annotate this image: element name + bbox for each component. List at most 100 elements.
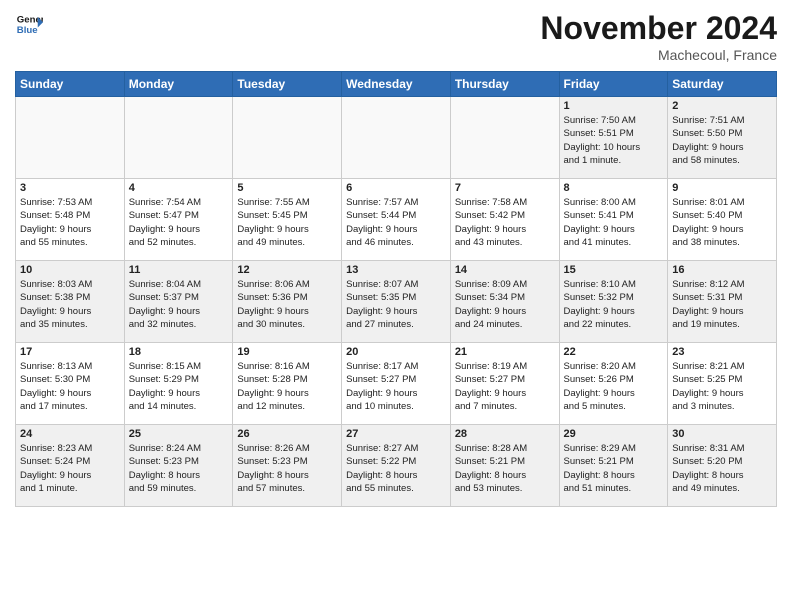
weekday-header: Wednesday — [342, 72, 451, 97]
weekday-header: Monday — [124, 72, 233, 97]
day-number: 6 — [346, 182, 446, 194]
calendar-cell: 30 Sunrise: 8:31 AM Sunset: 5:20 PM Dayli… — [668, 425, 777, 507]
day-info: Sunrise: 8:29 AM Sunset: 5:21 PM Dayligh… — [564, 442, 664, 495]
day-number: 26 — [237, 428, 337, 440]
calendar-cell: 4 Sunrise: 7:54 AM Sunset: 5:47 PM Daylig… — [124, 179, 233, 261]
day-info: Sunrise: 8:00 AM Sunset: 5:41 PM Dayligh… — [564, 196, 664, 249]
calendar-cell: 21 Sunrise: 8:19 AM Sunset: 5:27 PM Dayli… — [450, 343, 559, 425]
calendar-cell: 11 Sunrise: 8:04 AM Sunset: 5:37 PM Dayli… — [124, 261, 233, 343]
day-number: 12 — [237, 264, 337, 276]
calendar-cell: 29 Sunrise: 8:29 AM Sunset: 5:21 PM Dayli… — [559, 425, 668, 507]
day-info: Sunrise: 8:06 AM Sunset: 5:36 PM Dayligh… — [237, 278, 337, 331]
day-info: Sunrise: 7:58 AM Sunset: 5:42 PM Dayligh… — [455, 196, 555, 249]
day-number: 13 — [346, 264, 446, 276]
day-number: 21 — [455, 346, 555, 358]
day-number: 8 — [564, 182, 664, 194]
day-info: Sunrise: 8:27 AM Sunset: 5:22 PM Dayligh… — [346, 442, 446, 495]
calendar-cell: 9 Sunrise: 8:01 AM Sunset: 5:40 PM Daylig… — [668, 179, 777, 261]
day-info: Sunrise: 8:04 AM Sunset: 5:37 PM Dayligh… — [129, 278, 229, 331]
calendar-cell: 2Sunrise: 7:51 AM Sunset: 5:50 PM Daylig… — [668, 97, 777, 179]
day-number: 25 — [129, 428, 229, 440]
day-number: 7 — [455, 182, 555, 194]
day-info: Sunrise: 7:51 AM Sunset: 5:50 PM Dayligh… — [672, 114, 772, 167]
day-number: 28 — [455, 428, 555, 440]
header: General Blue November 2024 Machecoul, Fr… — [15, 10, 777, 63]
day-number: 15 — [564, 264, 664, 276]
day-number: 9 — [672, 182, 772, 194]
day-info: Sunrise: 8:17 AM Sunset: 5:27 PM Dayligh… — [346, 360, 446, 413]
day-info: Sunrise: 8:31 AM Sunset: 5:20 PM Dayligh… — [672, 442, 772, 495]
calendar-cell — [233, 97, 342, 179]
calendar-cell: 8 Sunrise: 8:00 AM Sunset: 5:41 PM Daylig… — [559, 179, 668, 261]
calendar-cell — [342, 97, 451, 179]
day-info: Sunrise: 8:01 AM Sunset: 5:40 PM Dayligh… — [672, 196, 772, 249]
calendar-cell: 5 Sunrise: 7:55 AM Sunset: 5:45 PM Daylig… — [233, 179, 342, 261]
day-info: Sunrise: 8:07 AM Sunset: 5:35 PM Dayligh… — [346, 278, 446, 331]
calendar-cell: 25 Sunrise: 8:24 AM Sunset: 5:23 PM Dayli… — [124, 425, 233, 507]
day-number: 4 — [129, 182, 229, 194]
day-info: Sunrise: 8:24 AM Sunset: 5:23 PM Dayligh… — [129, 442, 229, 495]
calendar-cell: 26 Sunrise: 8:26 AM Sunset: 5:23 PM Dayli… — [233, 425, 342, 507]
day-info: Sunrise: 8:03 AM Sunset: 5:38 PM Dayligh… — [20, 278, 120, 331]
day-info: Sunrise: 7:55 AM Sunset: 5:45 PM Dayligh… — [237, 196, 337, 249]
calendar-cell: 14Sunrise: 8:09 AM Sunset: 5:34 PM Dayli… — [450, 261, 559, 343]
day-number: 23 — [672, 346, 772, 358]
calendar-cell: 27 Sunrise: 8:27 AM Sunset: 5:22 PM Dayli… — [342, 425, 451, 507]
day-number: 30 — [672, 428, 772, 440]
calendar-week-row: 24Sunrise: 8:23 AM Sunset: 5:24 PM Dayli… — [16, 425, 777, 507]
calendar-week-row: 1 Sunrise: 7:50 AM Sunset: 5:51 PM Daylig… — [16, 97, 777, 179]
calendar-cell: 22 Sunrise: 8:20 AM Sunset: 5:26 PM Dayli… — [559, 343, 668, 425]
logo: General Blue — [15, 10, 47, 38]
day-number: 16 — [672, 264, 772, 276]
day-number: 27 — [346, 428, 446, 440]
day-info: Sunrise: 8:15 AM Sunset: 5:29 PM Dayligh… — [129, 360, 229, 413]
day-number: 17 — [20, 346, 120, 358]
calendar-cell: 3 Sunrise: 7:53 AM Sunset: 5:48 PM Daylig… — [16, 179, 125, 261]
day-number: 3 — [20, 182, 120, 194]
calendar-cell — [450, 97, 559, 179]
day-info: Sunrise: 8:26 AM Sunset: 5:23 PM Dayligh… — [237, 442, 337, 495]
logo-icon: General Blue — [15, 10, 43, 38]
day-number: 1 — [564, 100, 664, 112]
day-info: Sunrise: 8:10 AM Sunset: 5:32 PM Dayligh… — [564, 278, 664, 331]
day-info: Sunrise: 8:09 AM Sunset: 5:34 PM Dayligh… — [455, 278, 555, 331]
day-number: 11 — [129, 264, 229, 276]
calendar-week-row: 3 Sunrise: 7:53 AM Sunset: 5:48 PM Daylig… — [16, 179, 777, 261]
weekday-header: Saturday — [668, 72, 777, 97]
day-number: 5 — [237, 182, 337, 194]
day-info: Sunrise: 8:19 AM Sunset: 5:27 PM Dayligh… — [455, 360, 555, 413]
calendar-cell: 6Sunrise: 7:57 AM Sunset: 5:44 PM Daylig… — [342, 179, 451, 261]
calendar-table: SundayMondayTuesdayWednesdayThursdayFrid… — [15, 71, 777, 507]
day-number: 19 — [237, 346, 337, 358]
day-info: Sunrise: 8:28 AM Sunset: 5:21 PM Dayligh… — [455, 442, 555, 495]
weekday-header: Sunday — [16, 72, 125, 97]
weekday-header: Tuesday — [233, 72, 342, 97]
calendar-cell: 18 Sunrise: 8:15 AM Sunset: 5:29 PM Dayli… — [124, 343, 233, 425]
calendar-cell: 17 Sunrise: 8:13 AM Sunset: 5:30 PM Dayli… — [16, 343, 125, 425]
calendar-week-row: 17 Sunrise: 8:13 AM Sunset: 5:30 PM Dayli… — [16, 343, 777, 425]
day-info: Sunrise: 7:53 AM Sunset: 5:48 PM Dayligh… — [20, 196, 120, 249]
day-number: 20 — [346, 346, 446, 358]
calendar-cell — [124, 97, 233, 179]
calendar-cell: 12 Sunrise: 8:06 AM Sunset: 5:36 PM Dayli… — [233, 261, 342, 343]
calendar-cell: 16Sunrise: 8:12 AM Sunset: 5:31 PM Dayli… — [668, 261, 777, 343]
day-number: 18 — [129, 346, 229, 358]
calendar-cell: 1 Sunrise: 7:50 AM Sunset: 5:51 PM Daylig… — [559, 97, 668, 179]
calendar-cell: 23Sunrise: 8:21 AM Sunset: 5:25 PM Dayli… — [668, 343, 777, 425]
day-info: Sunrise: 7:50 AM Sunset: 5:51 PM Dayligh… — [564, 114, 664, 167]
weekday-header-row: SundayMondayTuesdayWednesdayThursdayFrid… — [16, 72, 777, 97]
weekday-header: Friday — [559, 72, 668, 97]
day-number: 22 — [564, 346, 664, 358]
day-info: Sunrise: 7:54 AM Sunset: 5:47 PM Dayligh… — [129, 196, 229, 249]
page-container: General Blue November 2024 Machecoul, Fr… — [0, 0, 792, 517]
weekday-header: Thursday — [450, 72, 559, 97]
calendar-cell: 15 Sunrise: 8:10 AM Sunset: 5:32 PM Dayli… — [559, 261, 668, 343]
calendar-cell — [16, 97, 125, 179]
day-number: 29 — [564, 428, 664, 440]
calendar-cell: 7 Sunrise: 7:58 AM Sunset: 5:42 PM Daylig… — [450, 179, 559, 261]
calendar-week-row: 10Sunrise: 8:03 AM Sunset: 5:38 PM Dayli… — [16, 261, 777, 343]
day-info: Sunrise: 8:20 AM Sunset: 5:26 PM Dayligh… — [564, 360, 664, 413]
day-info: Sunrise: 8:13 AM Sunset: 5:30 PM Dayligh… — [20, 360, 120, 413]
calendar-cell: 20 Sunrise: 8:17 AM Sunset: 5:27 PM Dayli… — [342, 343, 451, 425]
calendar-cell: 10Sunrise: 8:03 AM Sunset: 5:38 PM Dayli… — [16, 261, 125, 343]
